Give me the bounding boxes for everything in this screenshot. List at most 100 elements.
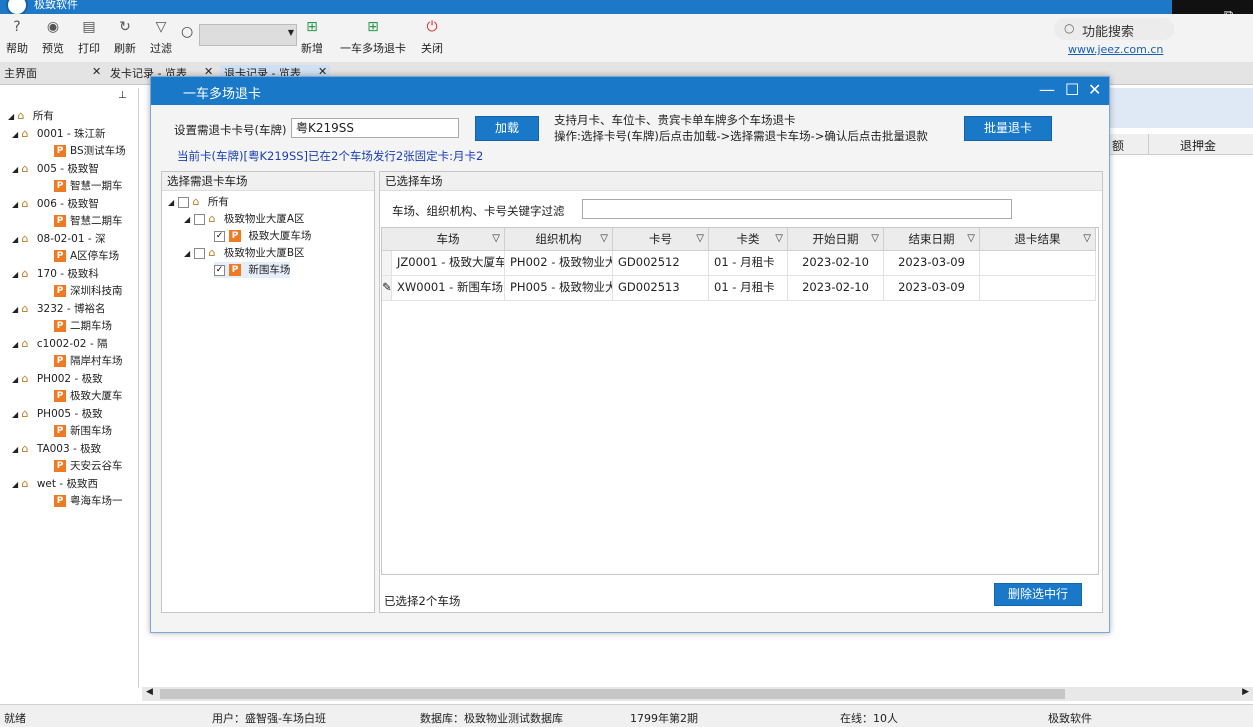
- edit-pencil-icon[interactable]: ✎: [382, 276, 392, 301]
- column-header[interactable]: 结束日期 ▽: [884, 228, 980, 251]
- print-button[interactable]: ▤ 打印: [78, 18, 100, 56]
- column-header[interactable]: 退卡结果 ▽: [980, 228, 1096, 251]
- batch-refund-button[interactable]: 批量退卡: [964, 116, 1052, 141]
- filter-button[interactable]: ▽ 过滤: [150, 18, 172, 56]
- tree-root-label: 所有: [32, 110, 54, 122]
- table-cell[interactable]: 01 - 月租卡: [709, 251, 788, 276]
- checkbox[interactable]: [193, 213, 205, 225]
- tree-lot-item[interactable]: P 隔岸村车场: [54, 353, 123, 369]
- filter-icon[interactable]: ▽: [871, 228, 879, 250]
- table-cell[interactable]: XW0001 - 新围车场: [392, 276, 505, 301]
- tree-org-item[interactable]: ◢ ⌂ wet - 极致西: [12, 476, 98, 492]
- tree-org-item[interactable]: ◢ ⌂ PH002 - 极致: [12, 371, 103, 387]
- checkbox[interactable]: ✓: [214, 264, 225, 276]
- add-button[interactable]: ⊞ 新增: [301, 18, 323, 56]
- dialog-tree-group[interactable]: ◢ ⌂ 极致物业大厦A区: [184, 211, 305, 227]
- close-icon[interactable]: ✕: [92, 65, 101, 78]
- tree-org-item[interactable]: ◢ ⌂ 3232 - 博裕名: [12, 301, 106, 317]
- filter-icon[interactable]: ▽: [775, 228, 783, 250]
- tree-lot-item[interactable]: P 极致大厦车: [54, 388, 123, 404]
- help-button[interactable]: ? 帮助: [6, 18, 28, 56]
- tree-lot-item[interactable]: P 智慧二期车: [54, 213, 123, 229]
- dialog-tree-root[interactable]: ◢ ⌂ 所有: [168, 194, 229, 210]
- website-link[interactable]: www.jeez.com.cn: [1068, 43, 1163, 56]
- table-cell[interactable]: 2023-03-09: [884, 251, 980, 276]
- scroll-right-icon[interactable]: ▶: [1242, 687, 1249, 697]
- column-header[interactable]: 卡号 ▽: [613, 228, 709, 251]
- tree-org-item[interactable]: ◢ ⌂ 170 - 极致科: [12, 266, 99, 282]
- dialog-tree-lot[interactable]: ✓ P 极致大厦车场: [214, 228, 311, 244]
- parking-icon: P: [54, 320, 66, 332]
- table-cell[interactable]: [980, 276, 1096, 301]
- card-number-input[interactable]: 粤K219SS: [291, 118, 459, 138]
- tree-org-item[interactable]: ◢ ⌂ 006 - 极致智: [12, 196, 99, 212]
- column-header[interactable]: 车场 ▽: [392, 228, 505, 251]
- tree-lot-item[interactable]: P 智慧一期车: [54, 178, 123, 194]
- filter-input[interactable]: [582, 199, 1012, 219]
- tree-lot-item[interactable]: P 深圳科技南: [54, 283, 123, 299]
- parking-icon: P: [229, 264, 241, 276]
- tree-lot-item[interactable]: P A区停车场: [54, 248, 119, 264]
- parking-icon: P: [54, 145, 66, 157]
- filter-icon[interactable]: ▽: [600, 228, 608, 250]
- filter-icon[interactable]: ▽: [1083, 228, 1091, 250]
- background-header-bar: [1108, 88, 1253, 128]
- maximize-button[interactable]: ☐: [1065, 80, 1079, 99]
- table-cell[interactable]: JZ0001 - 极致大厦车场: [392, 251, 505, 276]
- tree-lot-item[interactable]: P 新围车场: [54, 423, 112, 439]
- filter-icon[interactable]: ▽: [967, 228, 975, 250]
- column-header[interactable]: 开始日期 ▽: [788, 228, 884, 251]
- tree-org-item[interactable]: ◢ ⌂ c1002-02 - 隔: [12, 336, 107, 352]
- search-input[interactable]: ▼: [199, 24, 297, 46]
- tab-main[interactable]: 主界面 ✕: [4, 65, 104, 84]
- tree-lot-item[interactable]: P 天安云谷车: [54, 458, 123, 474]
- table-cell[interactable]: [980, 251, 1096, 276]
- refresh-button[interactable]: ↻ 刷新: [114, 18, 136, 56]
- house-icon: ⌂: [21, 197, 29, 210]
- tree-org-item[interactable]: ◢ ⌂ 0001 - 珠江新: [12, 126, 106, 142]
- filter-icon[interactable]: ▽: [492, 228, 500, 250]
- close-button[interactable]: ⏻ 关闭: [421, 18, 443, 56]
- checkbox[interactable]: [177, 196, 189, 208]
- scroll-left-icon[interactable]: ◀: [146, 687, 153, 697]
- table-cell[interactable]: 2023-02-10: [788, 251, 884, 276]
- column-header[interactable]: 组织机构 ▽: [505, 228, 613, 251]
- table-cell[interactable]: GD002513: [613, 276, 709, 301]
- tree-org-item[interactable]: ◢ ⌂ TA003 - 极致: [12, 441, 101, 457]
- selected-count: 已选择2个车场: [384, 594, 461, 608]
- row-selector[interactable]: [382, 251, 392, 276]
- tree-org-item[interactable]: ◢ ⌂ PH005 - 极致: [12, 406, 103, 422]
- tree-root[interactable]: ◢ ⌂ 所有: [8, 108, 54, 124]
- checkbox[interactable]: [193, 247, 205, 259]
- close-button[interactable]: ✕: [1088, 80, 1101, 99]
- tree-lot-item[interactable]: P BS测试车场: [54, 143, 126, 159]
- column-header[interactable]: 卡类 ▽: [709, 228, 788, 251]
- scrollbar-thumb[interactable]: [160, 689, 1065, 699]
- dialog-tree-group[interactable]: ◢ ⌂ 极致物业大厦B区: [184, 245, 305, 261]
- table-cell[interactable]: PH005 - 极致物业大厦B区: [505, 276, 613, 301]
- tree-org-item[interactable]: ◢ ⌂ 005 - 极致智: [12, 161, 99, 177]
- panel-title: 选择需退卡车场: [162, 172, 374, 191]
- tree-lot-item[interactable]: P 二期车场: [54, 318, 112, 334]
- minimize-button[interactable]: —: [1039, 80, 1055, 99]
- delete-rows-button[interactable]: 删除选中行: [994, 583, 1082, 606]
- pin-icon[interactable]: ⊥: [118, 90, 127, 101]
- table-cell[interactable]: PH002 - 极致物业大厦A区: [505, 251, 613, 276]
- tree-org-item[interactable]: ◢ ⌂ 08-02-01 - 深: [12, 231, 105, 247]
- load-button[interactable]: 加载: [475, 116, 539, 141]
- column-header: 退押金: [1180, 139, 1217, 153]
- horizontal-scrollbar[interactable]: ◀ ▶: [142, 687, 1253, 701]
- table-cell[interactable]: 2023-03-09: [884, 276, 980, 301]
- table-cell[interactable]: 2023-02-10: [788, 276, 884, 301]
- tree-lot-item[interactable]: P 粤海车场一: [54, 493, 123, 509]
- tree-lot-label: 深圳科技南: [70, 285, 123, 297]
- table-cell[interactable]: GD002512: [613, 251, 709, 276]
- dialog-tree-lot[interactable]: ✓ P 新围车场: [214, 262, 291, 278]
- chevron-down-icon[interactable]: ▼: [288, 28, 294, 37]
- table-cell[interactable]: 01 - 月租卡: [709, 276, 788, 301]
- multi-refund-button[interactable]: ⊞ 一车多场退卡: [340, 18, 406, 56]
- checkbox[interactable]: ✓: [214, 230, 225, 242]
- filter-icon[interactable]: ▽: [696, 228, 704, 250]
- function-search-box[interactable]: ○ 功能搜索: [1054, 18, 1174, 40]
- preview-button[interactable]: ◉ 预览: [42, 18, 64, 56]
